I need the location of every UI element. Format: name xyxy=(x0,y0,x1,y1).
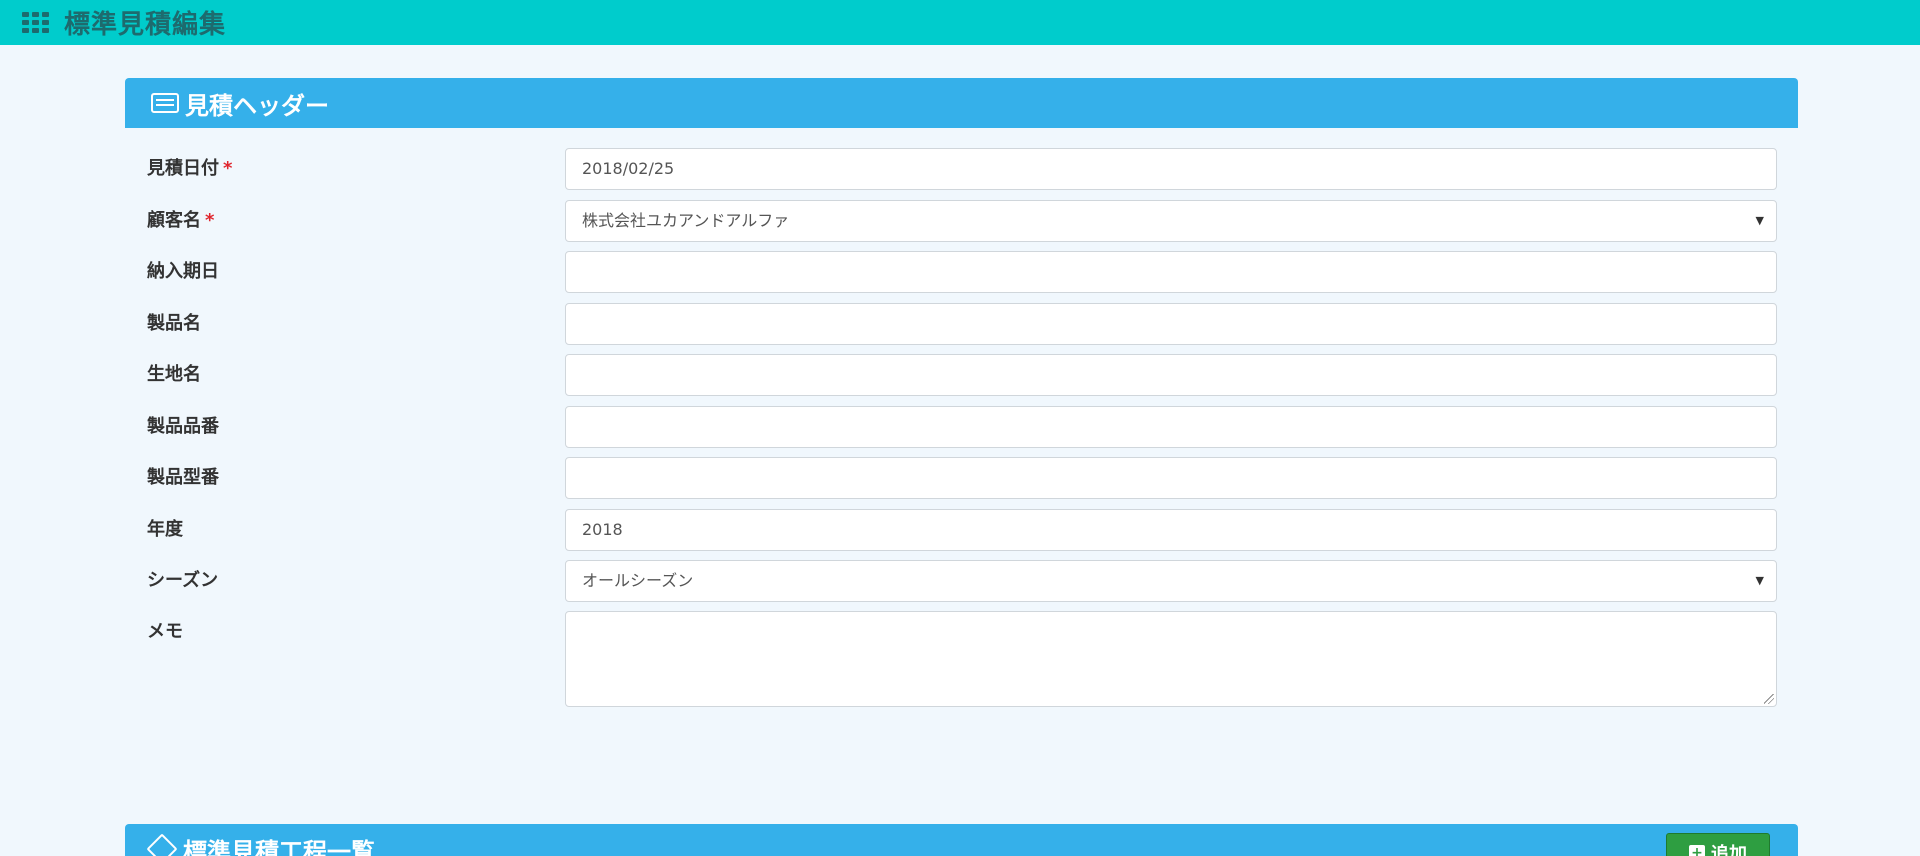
field-label: 生地名 xyxy=(147,364,201,385)
field-label: シーズン xyxy=(147,570,219,591)
plus-square-icon: + xyxy=(1689,845,1705,856)
field-label: 製品名 xyxy=(147,313,201,334)
fabric-name-input[interactable] xyxy=(565,354,1777,396)
required-mark: * xyxy=(205,210,215,231)
form-row-memo: メモ xyxy=(125,611,1798,707)
top-bar: 標準見積編集 xyxy=(0,0,1920,45)
field-label: メモ xyxy=(147,621,183,642)
estimate-date-input[interactable]: 2018/02/25 xyxy=(565,148,1777,190)
form-row-product-model: 製品型番 xyxy=(125,457,1798,499)
product-number-input[interactable] xyxy=(565,406,1777,448)
form-row-delivery-date: 納入期日 xyxy=(125,251,1798,293)
required-mark: * xyxy=(223,158,233,179)
main-content: 見積ヘッダー 見積日付 * 2018/02/25 顧客名 * 株式会社ユカアンドアル… xyxy=(0,45,1920,856)
form-row-fabric-name: 生地名 xyxy=(125,354,1798,396)
product-name-input[interactable] xyxy=(565,303,1777,345)
field-label: 製品品番 xyxy=(147,416,219,437)
header-panel-title: 見積ヘッダー xyxy=(185,91,329,120)
table-icon xyxy=(151,93,179,113)
season-select[interactable]: オールシーズン xyxy=(565,560,1777,602)
header-panel: 見積ヘッダー xyxy=(125,78,1798,128)
form-row-product-name: 製品名 xyxy=(125,303,1798,345)
page-title: 標準見積編集 xyxy=(64,10,227,40)
customer-select[interactable]: 株式会社ユカアンドアルファ xyxy=(565,200,1777,242)
grid-icon xyxy=(22,11,54,34)
add-button[interactable]: + 追加 xyxy=(1666,833,1770,856)
field-label: 見積日付 * xyxy=(147,158,233,179)
field-label: 製品型番 xyxy=(147,467,219,488)
memo-textarea[interactable] xyxy=(565,611,1777,707)
field-label: 納入期日 xyxy=(147,261,219,282)
form-row-product-number: 製品品番 xyxy=(125,406,1798,448)
form-row-customer: 顧客名 * 株式会社ユカアンドアルファ xyxy=(125,200,1798,242)
form-row-season: シーズン オールシーズン xyxy=(125,560,1798,602)
field-label: 年度 xyxy=(147,519,183,540)
form-row-year: 年度 2018 xyxy=(125,509,1798,551)
field-label: 顧客名 * xyxy=(147,210,215,231)
cube-icon xyxy=(146,833,178,856)
form-row-estimate-date: 見積日付 * 2018/02/25 xyxy=(125,148,1798,190)
add-button-label: 追加 xyxy=(1711,844,1747,856)
year-input[interactable]: 2018 xyxy=(565,509,1777,551)
delivery-date-input[interactable] xyxy=(565,251,1777,293)
process-panel-title: 標準見積工程一覧 xyxy=(183,837,375,856)
product-model-input[interactable] xyxy=(565,457,1777,499)
process-panel-title-bar: 標準見積工程一覧 + 追加 xyxy=(125,824,1798,856)
header-panel-title-bar: 見積ヘッダー xyxy=(125,78,1798,128)
